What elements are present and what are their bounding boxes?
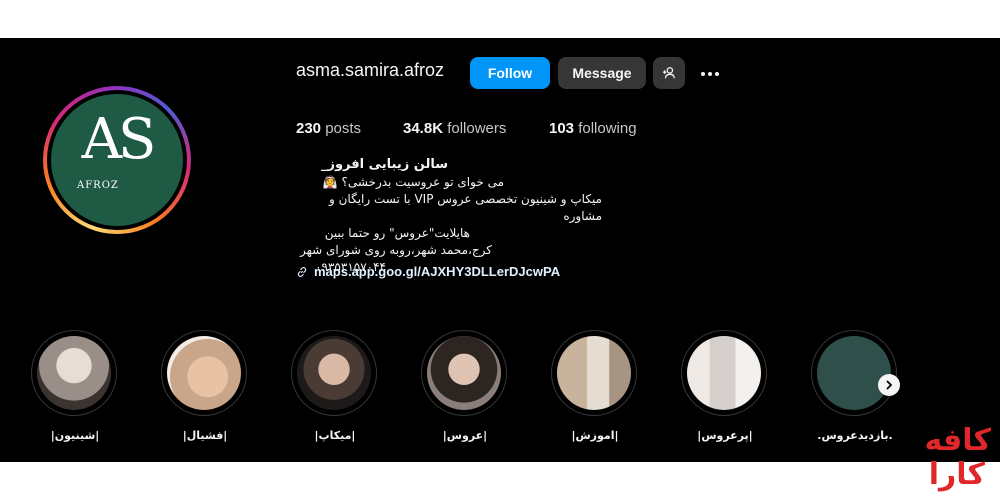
highlight-cover <box>37 336 111 410</box>
highlight-label: |فشیال| <box>182 429 228 442</box>
follow-button[interactable]: Follow <box>470 57 550 89</box>
highlights-next-button[interactable] <box>878 374 900 396</box>
highlight-item[interactable]: |میکاپ| <box>291 330 379 442</box>
following-stat[interactable]: 103 following <box>549 120 637 137</box>
highlight-label: |پرعروس| <box>697 429 753 442</box>
highlight-item[interactable]: |پرعروس| <box>681 330 769 442</box>
highlight-cover <box>817 336 891 410</box>
bio: سالن زیبایی افروز_ می خوای تو عروسیت بدر… <box>296 156 616 276</box>
profile-avatar[interactable]: AS AFROZ <box>43 86 191 234</box>
add-user-button[interactable] <box>653 57 685 89</box>
highlight-item[interactable]: |اموزش| <box>551 330 639 442</box>
highlight-cover <box>427 336 501 410</box>
highlight-label: |شینیون| <box>50 429 100 442</box>
bio-line: کرج،محمد شهر،روبه روی شورای شهر <box>299 243 492 257</box>
highlight-cover <box>167 336 241 410</box>
watermark-text-bottom: کارا <box>928 457 985 492</box>
highlight-item[interactable]: |عروس| <box>421 330 509 442</box>
username: asma.samira.afroz <box>296 60 445 80</box>
followers-stat[interactable]: 34.8K followers <box>403 120 506 137</box>
watermark-logo: کافه کارا <box>924 423 991 494</box>
highlight-cover <box>297 336 371 410</box>
bio-name: سالن زیبایی افروز_ <box>320 157 448 172</box>
watermark-text-top: کافه <box>924 423 991 458</box>
chevron-right-icon <box>886 380 893 390</box>
link-icon <box>297 266 307 277</box>
bio-line: میکاپ و شینیون تخصصی عروس VIP با تست رای… <box>329 192 602 223</box>
highlight-item[interactable]: |شینیون| <box>31 330 119 442</box>
posts-stat: 230 posts <box>296 120 362 137</box>
highlight-item[interactable]: |فشیال| <box>161 330 249 442</box>
highlight-label: .بازدیدعروس. <box>817 429 893 442</box>
highlight-cover <box>687 336 761 410</box>
bio-line: هایلایت"عروس" رو حتما ببین <box>324 226 470 240</box>
highlight-cover <box>557 336 631 410</box>
avatar-logo: AS AFROZ <box>51 94 183 226</box>
highlight-label: |عروس| <box>442 429 488 442</box>
more-options-icon[interactable] <box>698 64 722 84</box>
bio-line: می خوای تو عروسیت بدرخشی؟ 👰 <box>322 175 504 189</box>
avatar-logo-sub: AFROZ <box>77 180 119 191</box>
highlight-label: |میکاپ| <box>314 429 356 442</box>
highlight-label: |اموزش| <box>571 429 619 442</box>
person-add-icon <box>662 67 675 79</box>
bio-link[interactable]: maps.app.goo.gl/AJXHY3DLLerDJcwPA <box>296 264 560 279</box>
message-button[interactable]: Message <box>558 57 646 89</box>
profile-panel: AS AFROZ asma.samira.afroz Follow Messag… <box>0 38 1000 462</box>
avatar-logo-letters: AS <box>81 107 157 172</box>
